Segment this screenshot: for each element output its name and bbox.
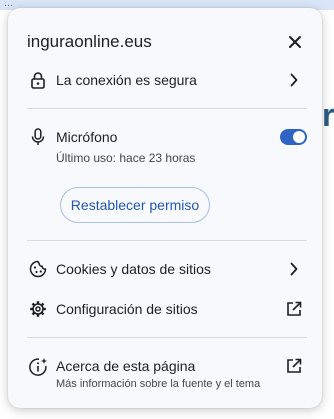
divider bbox=[27, 108, 307, 109]
microphone-label: Micrófono bbox=[56, 129, 118, 145]
site-settings-row[interactable]: Configuración de sitios bbox=[8, 289, 322, 329]
about-page-subtitle: Más información sobre la fuente y el tem… bbox=[56, 378, 261, 390]
divider bbox=[27, 240, 307, 241]
close-icon bbox=[289, 36, 301, 48]
tab-strip-text: ... bbox=[4, 0, 14, 9]
gear-icon bbox=[28, 299, 48, 319]
chevron-right-icon bbox=[284, 70, 304, 90]
cookies-label: Cookies y datos de sitios bbox=[56, 261, 211, 277]
site-info-popup: inguraonline.eus La conexión es segura M… bbox=[8, 8, 322, 408]
microphone-last-used: Último uso: hace 23 horas bbox=[56, 151, 196, 165]
cookies-site-data-row[interactable]: Cookies y datos de sitios bbox=[8, 249, 322, 289]
toggle-knob bbox=[293, 131, 305, 143]
about-page-label: Acerca de esta página bbox=[56, 358, 196, 374]
microphone-icon bbox=[28, 127, 48, 147]
cookie-icon bbox=[28, 259, 48, 279]
about-page-row[interactable]: Acerca de esta página Más información so… bbox=[8, 354, 322, 394]
close-button[interactable] bbox=[283, 30, 307, 54]
site-settings-label: Configuración de sitios bbox=[56, 301, 198, 317]
connection-secure-row[interactable]: La conexión es segura bbox=[8, 60, 322, 100]
external-link-icon bbox=[284, 299, 304, 319]
reset-permission-button[interactable]: Restablecer permiso bbox=[60, 187, 210, 223]
divider bbox=[27, 337, 307, 338]
page-info-icon bbox=[28, 357, 48, 377]
chevron-right-icon bbox=[284, 259, 304, 279]
popup-header: inguraonline.eus bbox=[27, 30, 307, 54]
microphone-toggle[interactable] bbox=[280, 129, 307, 145]
external-link-icon bbox=[284, 356, 304, 376]
site-domain-title: inguraonline.eus bbox=[27, 32, 152, 51]
lock-icon bbox=[28, 70, 48, 90]
connection-label: La conexión es segura bbox=[56, 72, 197, 88]
background-page-text: r bbox=[322, 98, 334, 132]
